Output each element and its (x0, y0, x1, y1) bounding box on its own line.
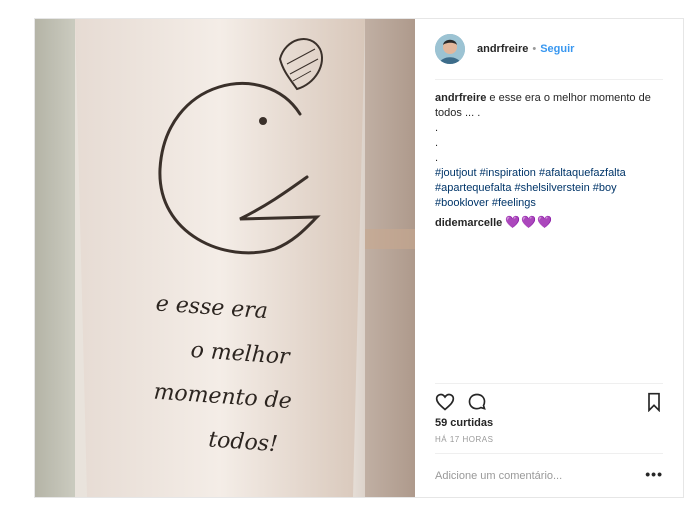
handwriting-line: o melhor (189, 337, 291, 370)
caption-dot: . (435, 122, 439, 134)
comment-input[interactable]: Adicione um comentário... (435, 470, 562, 482)
comment-username[interactable]: didemarcelle (435, 217, 502, 229)
add-comment-bar: Adicione um comentário... ••• (435, 453, 663, 498)
instagram-post: e esse era o melhor momento de todos! an… (34, 18, 684, 498)
comments-section: andrfreire e esse era o melhor momento d… (435, 91, 665, 231)
header-username[interactable]: andrfreire (477, 43, 528, 55)
caption-dot: . (435, 137, 439, 149)
handwriting-line: e esse era (154, 291, 269, 325)
separator-dot: • (532, 43, 537, 55)
more-options-icon[interactable]: ••• (645, 466, 663, 482)
post-sidebar: andrfreire • Seguir andrfreire e esse er… (415, 19, 683, 497)
caption: andrfreire e esse era o melhor momento d… (435, 91, 665, 121)
comment: didemarcelle 💜💜💜 (435, 215, 665, 231)
caption-username[interactable]: andrfreire (435, 92, 486, 104)
action-bar (435, 383, 663, 420)
post-header: andrfreire • Seguir (435, 19, 663, 80)
caption-hashtags[interactable]: #joutjout #inspiration #afaltaquefazfalt… (435, 166, 665, 211)
likes-count[interactable]: 59 curtidas (435, 417, 493, 429)
handwritten-text: e esse era o melhor momento de todos! (139, 282, 299, 468)
handwriting-line: momento de (152, 379, 293, 415)
caption-dot: . (435, 152, 439, 164)
speech-bubble-icon[interactable] (467, 392, 487, 417)
comment-hearts: 💜💜💜 (505, 215, 554, 229)
bookmark-icon[interactable] (645, 392, 663, 417)
handwriting-line: todos! (207, 427, 279, 458)
avatar[interactable] (435, 34, 465, 64)
follow-button[interactable]: Seguir (540, 43, 574, 55)
avatar-image (435, 34, 465, 64)
heart-outline-icon[interactable] (435, 392, 455, 417)
post-photo[interactable]: e esse era o melhor momento de todos! (35, 19, 415, 497)
timestamp: HÁ 17 HORAS (435, 435, 494, 444)
